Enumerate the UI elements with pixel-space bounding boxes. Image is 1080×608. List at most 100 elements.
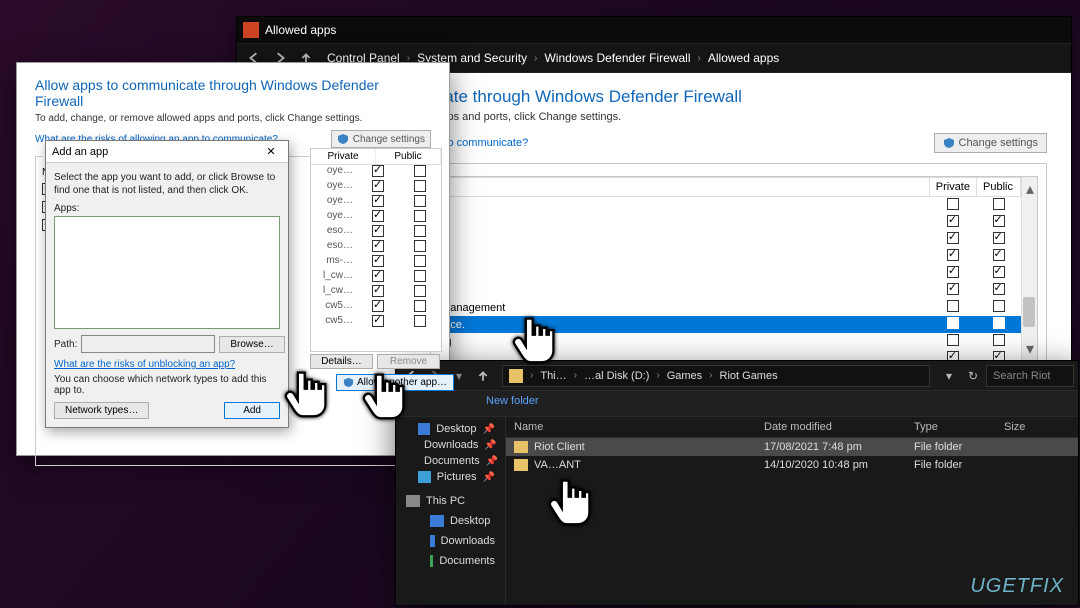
checkbox-icon[interactable] (372, 315, 384, 327)
checkbox-icon[interactable] (414, 195, 426, 207)
network-types-button[interactable]: Network types… (54, 402, 149, 419)
col-date[interactable]: Date modified (756, 417, 906, 437)
checkbox-icon[interactable] (414, 240, 426, 252)
checkbox-private[interactable] (947, 198, 959, 210)
checkbox-icon[interactable] (372, 255, 384, 267)
col-size[interactable]: Size (996, 417, 1078, 437)
sidebar-item[interactable]: Downloads📌 (396, 437, 505, 453)
checkbox-public[interactable] (993, 283, 1005, 295)
dialog-titlebar[interactable]: Add an app ✕ (46, 141, 288, 163)
add-button[interactable]: Add (224, 402, 280, 419)
change-settings-button[interactable]: Change settings (934, 133, 1048, 153)
checkbox-private[interactable] (947, 249, 959, 261)
apps-listbox[interactable] (54, 216, 280, 329)
browse-button[interactable]: Browse… (219, 336, 284, 353)
shield-icon (343, 377, 354, 388)
change-settings-label: Change settings (353, 134, 425, 145)
checkbox-icon[interactable] (414, 315, 426, 327)
crumb[interactable]: Games (663, 370, 706, 382)
checkbox-public[interactable] (993, 249, 1005, 261)
sidebar-item[interactable]: Desktop (396, 513, 505, 529)
checkbox-icon[interactable] (414, 165, 426, 177)
checkbox-icon[interactable] (414, 180, 426, 192)
checkbox-private[interactable] (947, 300, 959, 312)
checkbox-public[interactable] (993, 266, 1005, 278)
checkbox-icon[interactable] (372, 270, 384, 282)
crumb[interactable]: Thi… (536, 370, 570, 382)
file-name: VA…ANT (534, 459, 581, 471)
col-name[interactable]: Name (506, 417, 756, 437)
dropdown-icon[interactable]: ▾ (938, 365, 960, 387)
path-input[interactable] (81, 335, 215, 353)
sidebar-item[interactable]: Desktop📌 (396, 421, 505, 437)
allow-another-app-button[interactable]: Allow another app… (336, 374, 454, 391)
unblock-risks-link[interactable]: What are the risks of unblocking an app? (54, 359, 280, 370)
crumb[interactable]: …al Disk (D:) (580, 370, 653, 382)
checkbox-icon[interactable] (372, 240, 384, 252)
checkbox-icon[interactable] (414, 300, 426, 312)
pin-icon: 📌 (483, 424, 495, 435)
checkbox-icon[interactable] (372, 285, 384, 297)
details-button[interactable]: Details… (310, 354, 373, 369)
checkbox-public[interactable] (993, 300, 1005, 312)
folder-icon (514, 459, 528, 471)
titlebar[interactable]: Allowed apps (237, 17, 1071, 43)
remove-button[interactable]: Remove (377, 354, 440, 369)
search-input[interactable]: Search Riot (986, 365, 1074, 387)
crumb[interactable]: Allowed apps (704, 51, 783, 65)
checkbox-private[interactable] (947, 232, 959, 244)
checkbox-private[interactable] (947, 215, 959, 227)
folder-icon (418, 423, 430, 435)
toolbar: New folder (396, 391, 1078, 417)
address-bar[interactable]: › Thi…› …al Disk (D:)› Games› Riot Games (502, 365, 930, 387)
navigation-pane[interactable]: Desktop📌Downloads📌Documents📌Pictures📌 Th… (396, 417, 506, 605)
col-public[interactable]: Public (977, 178, 1021, 197)
file-row[interactable]: VA…ANT 14/10/2020 10:48 pm File folder (506, 456, 1078, 474)
col-private[interactable]: Private (929, 178, 976, 197)
col-private[interactable]: Private (311, 149, 376, 164)
file-date: 17/08/2021 7:48 pm (756, 438, 906, 456)
folder-icon (514, 441, 528, 453)
file-size (996, 444, 1078, 450)
checkbox-public[interactable] (993, 232, 1005, 244)
checkbox-icon[interactable] (372, 165, 384, 177)
col-type[interactable]: Type (906, 417, 996, 437)
checkbox-icon[interactable] (372, 300, 384, 312)
checkbox-public[interactable] (993, 198, 1005, 210)
checkbox-public[interactable] (993, 317, 1005, 329)
checkbox-icon[interactable] (372, 225, 384, 237)
col-public[interactable]: Public (376, 149, 441, 164)
crumb[interactable]: Windows Defender Firewall (540, 51, 694, 65)
folder-icon (509, 369, 523, 383)
checkbox-icon[interactable] (372, 195, 384, 207)
checkbox-private[interactable] (947, 334, 959, 346)
checkbox-icon[interactable] (372, 210, 384, 222)
pin-icon: 📌 (486, 456, 498, 467)
checkbox-icon[interactable] (414, 225, 426, 237)
sidebar-item[interactable]: Pictures📌 (396, 469, 505, 485)
checkbox-public[interactable] (993, 334, 1005, 346)
checkbox-icon[interactable] (414, 255, 426, 267)
checkbox-icon[interactable] (414, 285, 426, 297)
checkbox-private[interactable] (947, 266, 959, 278)
checkbox-public[interactable] (993, 215, 1005, 227)
sidebar-item-thispc[interactable]: This PC (396, 493, 505, 509)
change-settings-button[interactable]: Change settings (331, 130, 431, 148)
sidebar-item[interactable]: Documents📌 (396, 453, 505, 469)
scrollbar-thumb[interactable] (1023, 297, 1035, 327)
close-icon[interactable]: ✕ (260, 145, 282, 158)
checkbox-private[interactable] (947, 317, 959, 329)
checkbox-icon[interactable] (372, 180, 384, 192)
crumb[interactable]: Riot Games (716, 370, 782, 382)
sidebar-item[interactable]: Downloads (396, 533, 505, 549)
sidebar-item[interactable]: Documents (396, 553, 505, 569)
checkbox-icon[interactable] (414, 270, 426, 282)
refresh-icon[interactable]: ↻ (962, 365, 984, 387)
dialog-title: Add an app (52, 146, 108, 158)
scrollbar[interactable]: ▴ ▾ (1021, 177, 1037, 361)
new-folder-button[interactable]: New folder (486, 395, 539, 407)
up-arrow-icon[interactable] (472, 365, 494, 387)
checkbox-private[interactable] (947, 283, 959, 295)
checkbox-icon[interactable] (414, 210, 426, 222)
file-row[interactable]: Riot Client 17/08/2021 7:48 pm File fold… (506, 438, 1078, 456)
